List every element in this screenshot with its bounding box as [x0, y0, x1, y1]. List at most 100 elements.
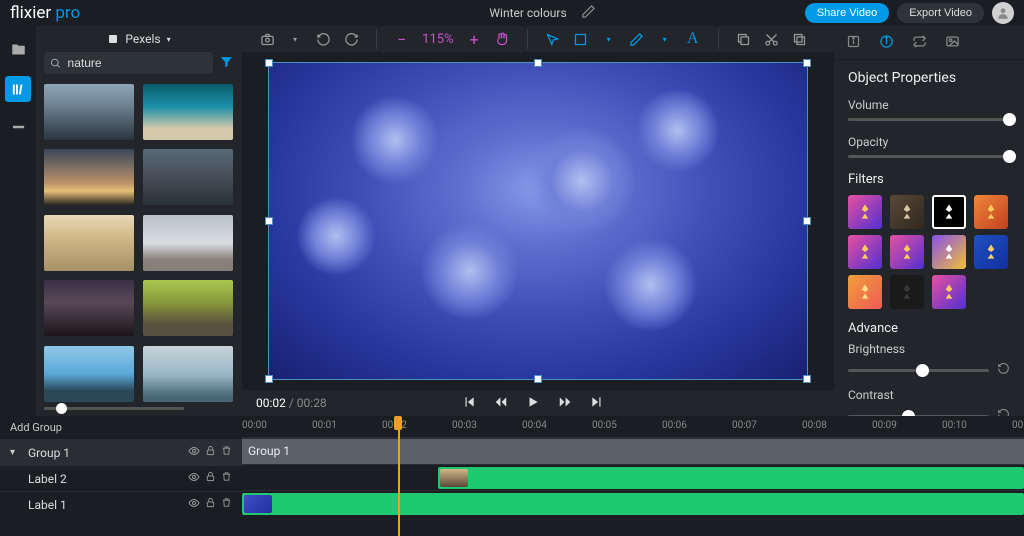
- timeline-ruler[interactable]: 00:00 00:01 00:02 00:03 00:04 00:05 00:0…: [242, 416, 1024, 438]
- text-icon[interactable]: A: [682, 28, 704, 50]
- chevron-down-icon[interactable]: ▾: [654, 28, 676, 50]
- selection-handle[interactable]: [803, 217, 811, 225]
- copy-icon[interactable]: [733, 28, 755, 50]
- logo-text: flixier: [10, 3, 51, 23]
- track-label-1[interactable]: [242, 490, 1024, 516]
- track-label-2[interactable]: [242, 464, 1024, 490]
- reset-icon[interactable]: [997, 408, 1010, 416]
- timeline-label-row[interactable]: Label 2: [0, 465, 242, 491]
- trash-icon[interactable]: [221, 445, 232, 460]
- tab-image-icon[interactable]: [945, 34, 960, 52]
- chevron-down-icon[interactable]: ▾: [284, 28, 306, 50]
- logo[interactable]: flixier pro: [10, 3, 80, 23]
- thumb-5[interactable]: [44, 215, 134, 271]
- source-selector[interactable]: Pexels ▾: [44, 32, 234, 46]
- volume-slider[interactable]: [848, 118, 1010, 121]
- opacity-slider[interactable]: [848, 155, 1010, 158]
- pan-icon[interactable]: [491, 28, 513, 50]
- rail-library-icon[interactable]: [5, 76, 31, 102]
- thumb-3[interactable]: [44, 149, 134, 205]
- camera-icon[interactable]: [256, 28, 278, 50]
- edit-title-icon[interactable]: [581, 4, 596, 22]
- rectangle-icon[interactable]: [570, 28, 592, 50]
- tab-loop-icon[interactable]: [912, 34, 927, 52]
- thumb-4[interactable]: [143, 149, 233, 205]
- tab-info-icon[interactable]: [846, 34, 861, 52]
- timeline-tracks[interactable]: 00:00 00:01 00:02 00:03 00:04 00:05 00:0…: [242, 416, 1024, 536]
- rail-folder-icon[interactable]: [5, 36, 31, 62]
- thumb-8[interactable]: [143, 280, 233, 336]
- thumb-zoom-slider[interactable]: [44, 407, 234, 410]
- play-icon[interactable]: [526, 395, 540, 412]
- timeline-clip[interactable]: [242, 493, 1024, 515]
- filter-swatch[interactable]: [890, 235, 924, 269]
- filter-swatch[interactable]: [974, 195, 1008, 229]
- export-button[interactable]: Export Video: [897, 3, 984, 23]
- filter-swatch[interactable]: [932, 195, 966, 229]
- brightness-slider[interactable]: [848, 362, 1010, 378]
- search-input[interactable]: [68, 56, 207, 70]
- forward-icon[interactable]: [558, 395, 572, 412]
- selection-handle[interactable]: [803, 59, 811, 67]
- lock-icon[interactable]: [205, 497, 216, 512]
- timeline-group-row[interactable]: ▾ Group 1: [0, 439, 242, 465]
- share-button[interactable]: Share Video: [805, 3, 889, 23]
- properties-panel: Object Properties Volume Opacity Filters…: [834, 26, 1024, 416]
- canvas-viewport[interactable]: [242, 52, 834, 390]
- rail-media-icon[interactable]: [5, 116, 31, 142]
- preview-frame[interactable]: [268, 62, 808, 380]
- timeline-label-row[interactable]: Label 1: [0, 491, 242, 517]
- track-group-header[interactable]: Group 1: [242, 438, 1024, 464]
- thumb-7[interactable]: [44, 280, 134, 336]
- undo-icon[interactable]: [312, 28, 334, 50]
- contrast-slider[interactable]: [848, 408, 1010, 416]
- visibility-icon[interactable]: [188, 445, 200, 460]
- selection-handle[interactable]: [803, 375, 811, 383]
- chevron-down-icon[interactable]: ▾: [10, 447, 22, 458]
- pen-icon[interactable]: [626, 28, 648, 50]
- selection-handle[interactable]: [265, 375, 273, 383]
- cursor-icon[interactable]: [542, 28, 564, 50]
- filter-swatch[interactable]: [848, 195, 882, 229]
- selection-handle[interactable]: [534, 59, 542, 67]
- volume-label: Volume: [848, 98, 1010, 112]
- thumb-1[interactable]: [44, 84, 134, 140]
- thumb-9[interactable]: [44, 346, 134, 402]
- filter-swatch[interactable]: [932, 275, 966, 309]
- thumb-6[interactable]: [143, 215, 233, 271]
- filter-swatch[interactable]: [890, 275, 924, 309]
- chevron-down-icon[interactable]: ▾: [598, 28, 620, 50]
- trash-icon[interactable]: [221, 471, 232, 486]
- add-group-button[interactable]: Add Group: [0, 416, 242, 439]
- thumb-2[interactable]: [143, 84, 233, 140]
- selection-handle[interactable]: [534, 375, 542, 383]
- skip-end-icon[interactable]: [590, 395, 604, 412]
- skip-start-icon[interactable]: [462, 395, 476, 412]
- search-box[interactable]: [44, 52, 213, 74]
- paste-icon[interactable]: [789, 28, 811, 50]
- filter-swatch[interactable]: [848, 235, 882, 269]
- filter-icon[interactable]: [219, 54, 234, 72]
- filter-swatch[interactable]: [974, 235, 1008, 269]
- thumb-10[interactable]: [143, 346, 233, 402]
- user-avatar[interactable]: [992, 2, 1014, 24]
- selection-handle[interactable]: [265, 59, 273, 67]
- timeline-clip[interactable]: [438, 467, 1024, 489]
- filter-swatch[interactable]: [890, 195, 924, 229]
- selection-handle[interactable]: [265, 217, 273, 225]
- trash-icon[interactable]: [221, 497, 232, 512]
- visibility-icon[interactable]: [188, 497, 200, 512]
- filter-swatch[interactable]: [932, 235, 966, 269]
- zoom-in-button[interactable]: +: [464, 30, 485, 49]
- playhead[interactable]: [398, 416, 400, 536]
- lock-icon[interactable]: [205, 445, 216, 460]
- zoom-out-button[interactable]: −: [391, 30, 412, 49]
- lock-icon[interactable]: [205, 471, 216, 486]
- reset-icon[interactable]: [997, 362, 1010, 378]
- rewind-icon[interactable]: [494, 395, 508, 412]
- visibility-icon[interactable]: [188, 471, 200, 486]
- cut-icon[interactable]: [761, 28, 783, 50]
- filter-swatch[interactable]: [848, 275, 882, 309]
- tab-properties-icon[interactable]: [879, 34, 894, 52]
- redo-icon[interactable]: [340, 28, 362, 50]
